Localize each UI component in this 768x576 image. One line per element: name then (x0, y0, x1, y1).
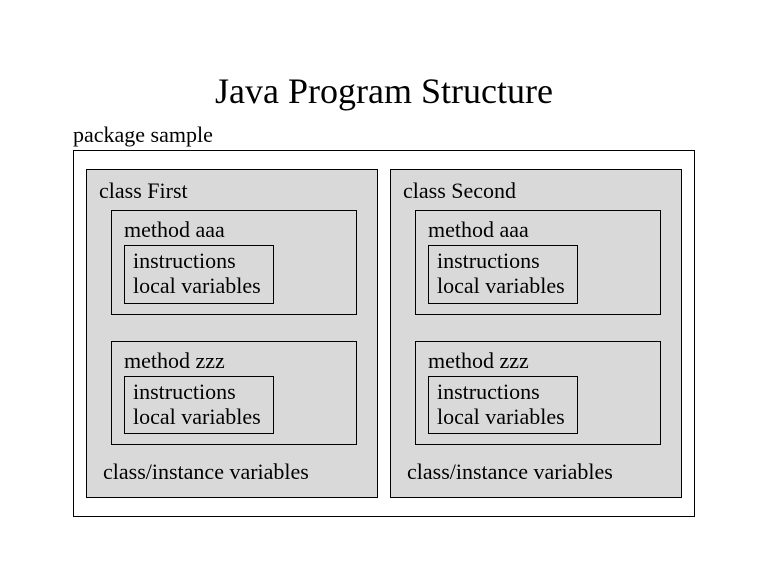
local-variables-text: local variables (437, 404, 569, 429)
method-label: method aaa (124, 217, 346, 243)
method-inner-box: instructions local variables (124, 376, 274, 435)
method-label: method zzz (124, 348, 346, 374)
instructions-text: instructions (437, 379, 569, 404)
method-inner-box: instructions local variables (428, 245, 578, 304)
class-instance-variables: class/instance variables (407, 459, 671, 485)
method-box-zzz: method zzz instructions local variables (111, 341, 357, 446)
method-box-zzz: method zzz instructions local variables (415, 341, 661, 446)
method-box-aaa: method aaa instructions local variables (415, 210, 661, 315)
method-inner-box: instructions local variables (428, 376, 578, 435)
package-box: class First method aaa instructions loca… (73, 150, 695, 517)
local-variables-text: local variables (133, 273, 265, 298)
class-box-second: class Second method aaa instructions loc… (390, 169, 682, 498)
local-variables-text: local variables (437, 273, 569, 298)
local-variables-text: local variables (133, 404, 265, 429)
class-box-first: class First method aaa instructions loca… (86, 169, 378, 498)
class-label: class Second (403, 178, 671, 204)
instructions-text: instructions (133, 379, 265, 404)
method-box-aaa: method aaa instructions local variables (111, 210, 357, 315)
page-title: Java Program Structure (0, 70, 768, 112)
package-label: package sample (73, 122, 768, 148)
method-label: method zzz (428, 348, 650, 374)
method-label: method aaa (428, 217, 650, 243)
class-label: class First (99, 178, 367, 204)
instructions-text: instructions (437, 248, 569, 273)
method-inner-box: instructions local variables (124, 245, 274, 304)
instructions-text: instructions (133, 248, 265, 273)
class-instance-variables: class/instance variables (103, 459, 367, 485)
